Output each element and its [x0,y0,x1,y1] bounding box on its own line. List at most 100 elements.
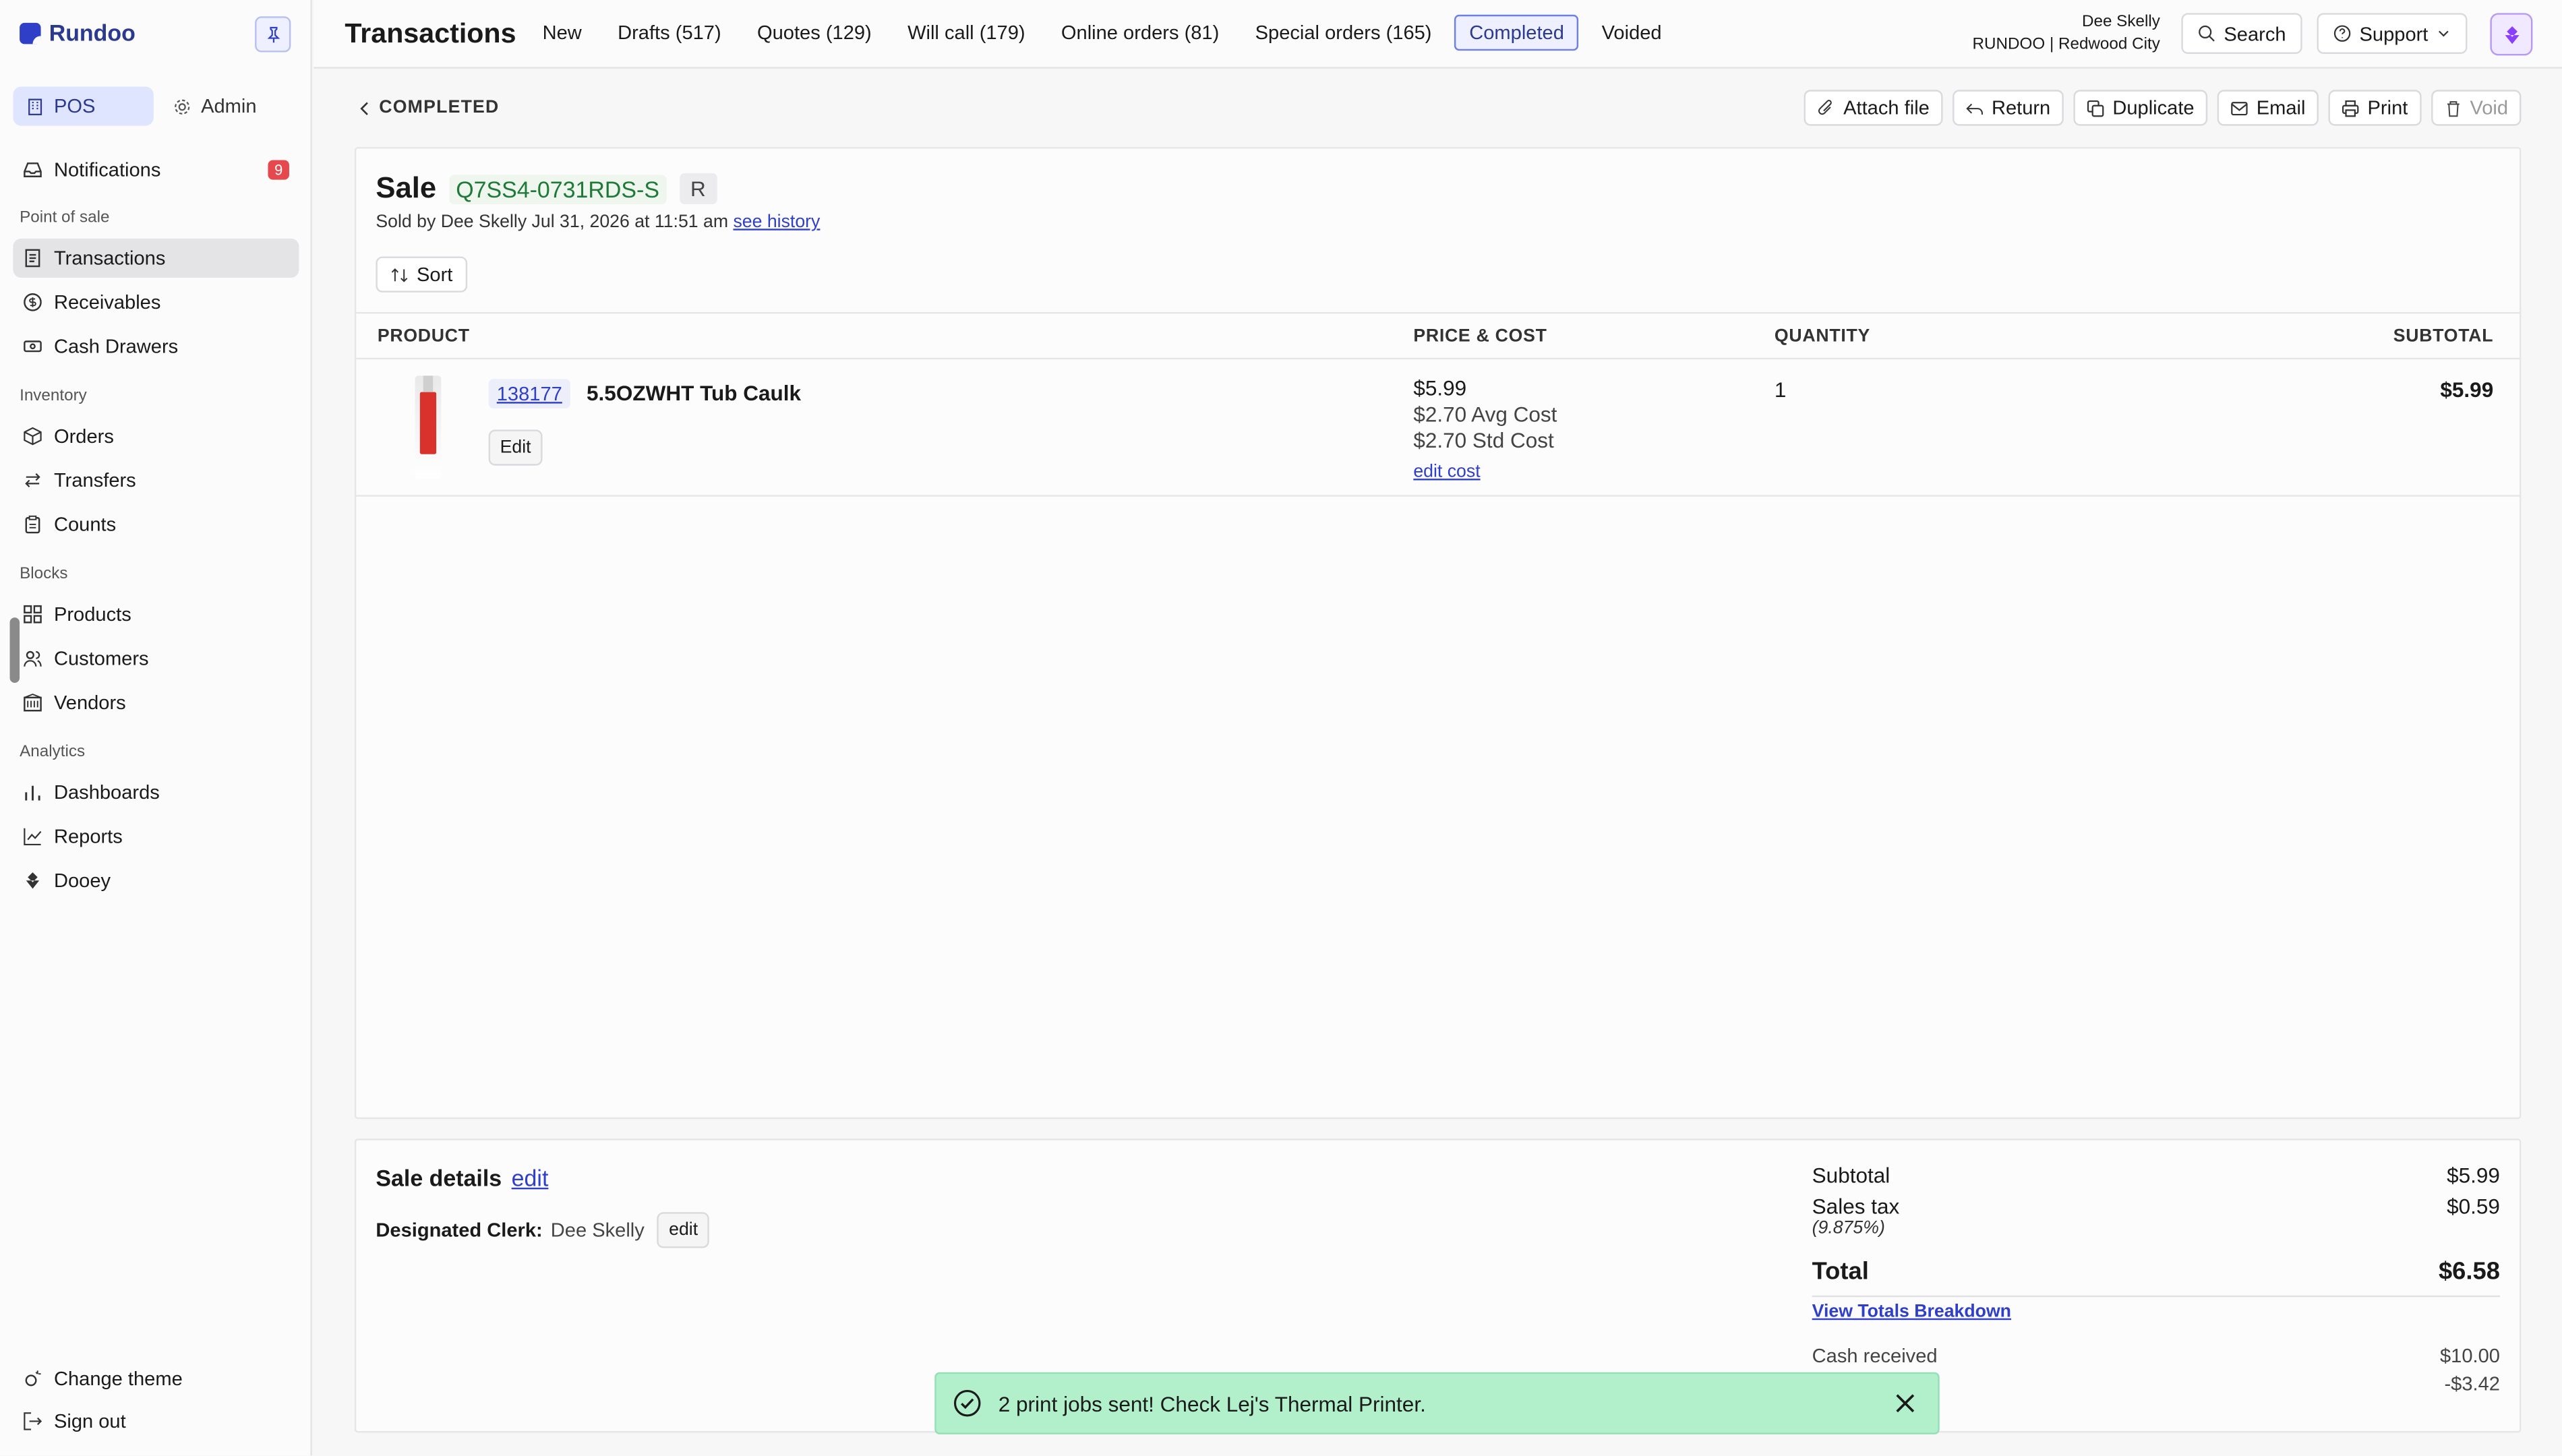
section-inventory: Inventory [20,387,87,406]
clerk-edit-button[interactable]: edit [657,1212,710,1248]
sale-label: Sale [376,171,437,204]
sale-tag: R [679,173,717,204]
paperclip-icon [1818,98,1833,114]
sidebar-scrollbar[interactable] [9,617,20,684]
grid-icon [24,605,42,624]
line-chart-icon [24,828,42,846]
sidebar-item-customers[interactable]: Customers [13,639,299,678]
sidebar-item-cash-drawers[interactable]: Cash Drawers [13,327,299,366]
sale-details-edit-link[interactable]: edit [512,1165,549,1191]
sidebar-item-dashboards[interactable]: Dashboards [13,772,299,812]
dollar-circle-icon [24,293,42,311]
see-history-link[interactable]: see history [733,212,820,232]
users-icon [24,650,42,667]
sidebar-item-reports[interactable]: Reports [13,817,299,856]
duplicate-button[interactable]: Duplicate [2073,90,2207,126]
sort-button[interactable]: Sort [376,256,468,293]
sidebar: Rundoo POS Admin Notifications 9 Point o… [0,0,312,1456]
pin-sidebar-button[interactable] [255,16,291,53]
clipboard-icon [25,515,40,534]
mode-admin[interactable]: Admin [160,86,301,125]
tab-new[interactable]: New [529,15,595,51]
product-sku-link[interactable]: 138177 [488,379,570,408]
toast-message: 2 print jobs sent! Check Lej's Thermal P… [998,1391,1426,1416]
line-subtotal: $5.99 [2440,377,2494,402]
col-quantity: QUANTITY [1774,326,1870,346]
email-button[interactable]: Email [2217,90,2319,126]
tab-completed[interactable]: Completed [1454,14,1579,51]
chevron-left-icon [360,101,368,115]
attach-file-button[interactable]: Attach file [1804,90,1943,126]
return-arrow-icon [1965,102,1983,114]
mode-switch: POS Admin [13,86,301,129]
toast-close-button[interactable] [1892,1390,1918,1416]
help-circle-icon [2333,25,2351,42]
sidebar-item-counts[interactable]: Counts [13,505,299,544]
mail-icon [2231,100,2248,115]
tab-will-call[interactable]: Will call (179) [895,15,1038,51]
sidebar-item-transactions[interactable]: Transactions [13,238,299,278]
sale-actions: Attach file Return Duplicate Email Print… [1804,90,2522,126]
tab-online-orders[interactable]: Online orders (81) [1048,15,1232,51]
tab-special-orders[interactable]: Special orders (165) [1242,15,1445,51]
sale-details-title: Sale details edit [376,1164,549,1191]
support-button[interactable]: Support [2317,13,2468,54]
print-toast: 2 print jobs sent! Check Lej's Thermal P… [934,1372,1940,1434]
avatar[interactable] [2490,13,2533,56]
sale-id[interactable]: Q7SS4-0731RDS-S [449,174,666,204]
sign-out-button[interactable]: Sign out [13,1401,299,1440]
price-cost-cell: $5.99 $2.70 Avg Cost $2.70 Std Cost edit… [1413,375,1557,485]
copy-icon [2087,99,2104,117]
dooey-avatar-icon [2504,25,2519,44]
transaction-tabs: New Drafts (517) Quotes (129) Will call … [529,14,1684,51]
brand[interactable]: Rundoo [20,20,136,46]
sidebar-item-products[interactable]: Products [13,595,299,634]
sold-by-line: Sold by Dee Skelly Jul 31, 2026 at 11:51… [376,212,821,233]
sidebar-item-transfers[interactable]: Transfers [13,460,299,499]
back-to-completed-link[interactable]: COMPLETED [359,98,499,117]
chevron-down-icon [2439,30,2449,37]
tab-voided[interactable]: Voided [1588,15,1675,51]
table-row: 138177 5.5OZWHT Tub Caulk Edit $5.99 $2.… [356,359,2520,497]
table-header: PRODUCT PRICE & COST QUANTITY SUBTOTAL [356,311,2520,360]
sidebar-item-notifications[interactable]: Notifications 9 [13,150,299,189]
search-icon [2199,25,2215,42]
search-button[interactable]: Search [2181,13,2302,54]
sidebar-item-vendors[interactable]: Vendors [13,683,299,722]
change-theme-button[interactable]: Change theme [13,1359,299,1398]
return-button[interactable]: Return [1952,90,2064,126]
tax-rate: (9.875%) [1812,1218,1885,1239]
sidebar-item-orders[interactable]: Orders [13,417,299,456]
notification-count-badge: 9 [268,160,289,180]
designated-clerk: Designated Clerk: Dee Skelly edit [376,1212,710,1248]
close-icon [1896,1394,1915,1413]
section-blocks: Blocks [20,565,68,584]
check-circle-icon [953,1390,981,1417]
total-row: Total $6.58 [1812,1258,2500,1298]
quantity-value: 1 [1774,377,1787,402]
sales-tax-row: Sales tax $0.59 [1812,1194,2500,1219]
sidebar-item-dooey[interactable]: Dooey [13,861,299,900]
user-name: Dee Skelly [2081,13,2160,32]
sale-card: Sale Q7SS4-0731RDS-S R Sold by Dee Skell… [354,147,2522,1120]
brand-name: Rundoo [49,20,136,46]
product-thumbnail[interactable] [415,375,442,479]
avg-cost: $2.70 Avg Cost [1413,402,1557,427]
edit-cost-link[interactable]: edit cost [1413,459,1557,485]
arrows-swap-icon [25,473,40,487]
mode-pos[interactable]: POS [13,86,154,126]
edit-line-button[interactable]: Edit [488,429,543,466]
subtotal-row: Subtotal $5.99 [1812,1163,2500,1188]
view-totals-breakdown-link[interactable]: View Totals Breakdown [1812,1302,2500,1322]
print-button[interactable]: Print [2328,90,2421,126]
product-name: 5.5OZWHT Tub Caulk [587,380,802,406]
document-icon [25,249,40,268]
void-button[interactable]: Void [2431,90,2522,126]
top-bar: Transactions New Drafts (517) Quotes (12… [314,0,2562,69]
unit-price: $5.99 [1413,375,1467,400]
building-icon [28,98,42,115]
tab-quotes[interactable]: Quotes (129) [744,15,885,51]
sidebar-item-receivables[interactable]: Receivables [13,282,299,322]
col-price-cost: PRICE & COST [1413,326,1547,346]
tab-drafts[interactable]: Drafts (517) [605,15,734,51]
